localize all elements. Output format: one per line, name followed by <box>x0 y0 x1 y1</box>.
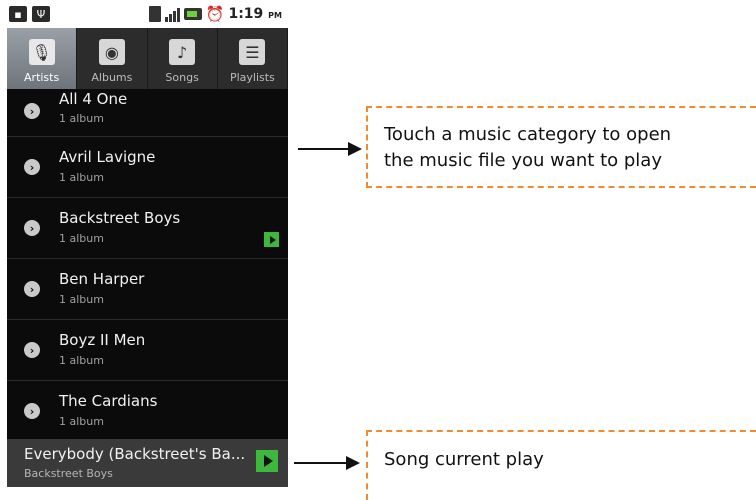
artist-name: The Cardians <box>59 392 158 410</box>
status-bar: ▪ Ψ ⏰ 1:19 PM <box>7 0 288 28</box>
artist-name: Boyz II Men <box>59 331 146 349</box>
callout-arrow-line <box>298 148 350 150</box>
list-item[interactable]: › Avril Lavigne 1 album <box>7 137 288 198</box>
tab-albums[interactable]: ◉ Albums <box>77 28 148 89</box>
phone-screen: ▪ Ψ ⏰ 1:19 PM 🎙 Artists ◉ Albums ♪ Songs… <box>7 0 288 487</box>
chevron-right-icon: › <box>24 342 40 358</box>
list-item[interactable]: › Backstreet Boys 1 album <box>7 198 288 259</box>
artist-name: All 4 One <box>59 90 128 108</box>
album-count: 1 album <box>59 293 104 306</box>
microphone-icon: 🎙 <box>28 39 55 65</box>
tab-songs[interactable]: ♪ Songs <box>148 28 218 89</box>
now-playing-bar[interactable]: Everybody (Backstreet's Ba... Backstreet… <box>7 439 288 487</box>
list-item[interactable]: › Ben Harper 1 album <box>7 259 288 320</box>
now-playing-indicator-icon <box>264 232 279 247</box>
album-count: 1 album <box>59 232 104 245</box>
tab-label: Playlists <box>229 71 275 84</box>
tab-label: Songs <box>165 71 199 84</box>
tab-label: Albums <box>91 71 133 84</box>
artist-list: › All 4 One 1 album › Avril Lavigne 1 al… <box>7 89 288 442</box>
usb-icon: Ψ <box>32 6 50 22</box>
album-count: 1 album <box>59 415 104 428</box>
battery-icon <box>183 8 202 20</box>
tab-bar: 🎙 Artists ◉ Albums ♪ Songs ☰ Playlists <box>7 28 288 89</box>
artist-name: Backstreet Boys <box>59 209 181 227</box>
music-note-icon: ♪ <box>169 39 196 65</box>
signal-icon <box>164 6 180 22</box>
callout-text-line: the music file you want to play <box>384 150 662 171</box>
chevron-right-icon: › <box>24 159 40 175</box>
callout-text-line: Touch a music category to open <box>384 124 672 145</box>
play-icon[interactable] <box>256 450 278 472</box>
callout-arrow-line <box>294 462 348 464</box>
now-playing-artist: Backstreet Boys <box>24 467 113 480</box>
album-count: 1 album <box>59 112 104 125</box>
artist-name: Ben Harper <box>59 270 145 288</box>
tab-artists[interactable]: 🎙 Artists <box>7 28 78 89</box>
status-time: 1:19 PM <box>228 6 282 22</box>
playlist-icon: ☰ <box>239 39 266 65</box>
sim-icon <box>148 6 161 22</box>
tab-playlists[interactable]: ☰ Playlists <box>218 28 288 89</box>
notification-icon: ▪ <box>9 6 27 22</box>
alarm-icon: ⏰ <box>205 5 225 23</box>
callout-arrow-head <box>348 142 362 156</box>
album-icon: ◉ <box>98 39 125 65</box>
now-playing-title: Everybody (Backstreet's Ba... <box>24 445 246 463</box>
list-item[interactable]: › The Cardians 1 album <box>7 381 288 442</box>
chevron-right-icon: › <box>24 103 40 119</box>
list-item[interactable]: › Boyz II Men 1 album <box>7 320 288 381</box>
chevron-right-icon: › <box>24 403 40 419</box>
album-count: 1 album <box>59 354 104 367</box>
callout-text-line: Song current play <box>384 449 544 470</box>
callout-current-song: Song current play <box>366 430 756 500</box>
artist-name: Avril Lavigne <box>59 148 156 166</box>
tab-label: Artists <box>24 71 60 84</box>
chevron-right-icon: › <box>24 281 40 297</box>
list-item[interactable]: › All 4 One 1 album <box>7 89 288 137</box>
album-count: 1 album <box>59 171 104 184</box>
callout-arrow-head <box>346 456 360 470</box>
chevron-right-icon: › <box>24 220 40 236</box>
callout-category: Touch a music category to open the music… <box>366 106 756 188</box>
